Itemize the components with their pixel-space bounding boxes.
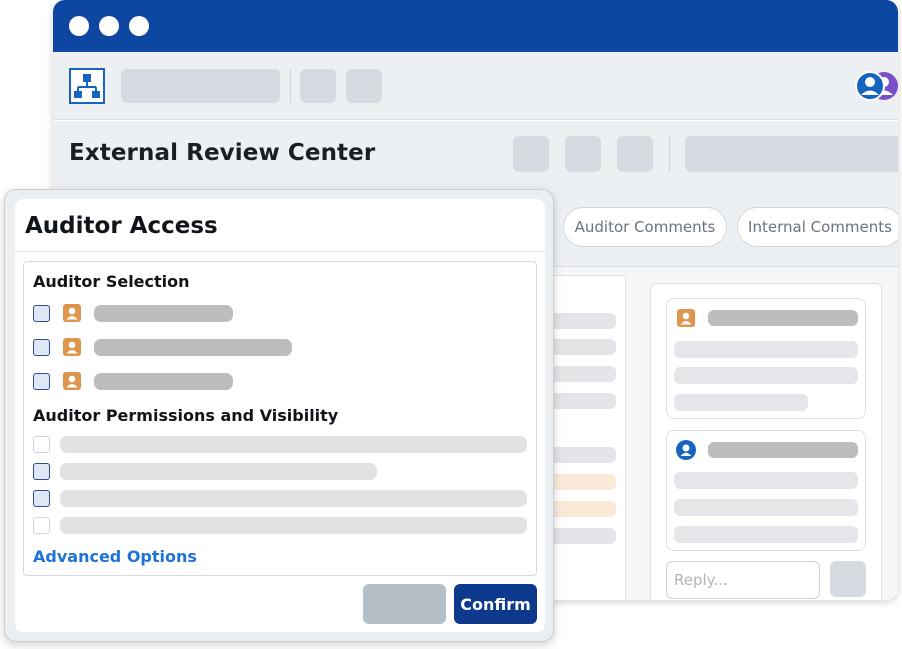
- comment-card: [666, 430, 866, 551]
- reply-input[interactable]: Reply...: [666, 561, 820, 599]
- comment-text-line: [674, 341, 858, 358]
- window-maximize-dot[interactable]: [129, 16, 149, 36]
- toolbar-divider: [290, 69, 291, 103]
- comments-panel: Reply...: [650, 283, 882, 600]
- header-action-2[interactable]: [565, 136, 601, 172]
- permission-checkbox[interactable]: [33, 490, 50, 507]
- tab-internal-comments[interactable]: Internal Comments: [737, 207, 898, 247]
- window-minimize-dot[interactable]: [99, 16, 119, 36]
- permission-checkbox-disabled: [33, 517, 50, 534]
- toolbar-button-2[interactable]: [346, 69, 382, 103]
- person-icon: [63, 372, 81, 390]
- dialog-title: Auditor Access: [25, 213, 218, 239]
- comment-text-line: [674, 499, 858, 516]
- divider: [15, 251, 545, 252]
- cancel-button[interactable]: [363, 584, 446, 624]
- send-button[interactable]: [830, 561, 866, 597]
- auditor-checkbox[interactable]: [33, 373, 50, 390]
- title-bar: [53, 0, 898, 52]
- auditor-name: [94, 373, 233, 390]
- auditor-selection-heading: Auditor Selection: [33, 272, 190, 291]
- window-close-dot[interactable]: [69, 16, 89, 36]
- auditor-settings-section: Auditor Selection Auditor Permissions an…: [23, 261, 537, 576]
- users-icon[interactable]: [854, 70, 898, 102]
- auditor-access-dialog: Auditor Access Auditor Selection Auditor…: [4, 189, 554, 642]
- comment-text-line: [674, 367, 858, 384]
- auditor-name: [94, 305, 233, 322]
- hierarchy-icon[interactable]: [69, 68, 105, 104]
- page-title: External Review Center: [69, 140, 376, 166]
- comment-text-line: [674, 526, 858, 543]
- auditor-checkbox[interactable]: [33, 339, 50, 356]
- auditor-checkbox[interactable]: [33, 305, 50, 322]
- comment-author: [708, 310, 858, 326]
- comment-text-line: [674, 394, 808, 411]
- dialog-body: Auditor Access Auditor Selection Auditor…: [15, 199, 545, 632]
- permission-label: [60, 436, 527, 453]
- comment-author: [708, 442, 858, 458]
- header-search-placeholder[interactable]: [685, 136, 898, 172]
- screen: External Review Center Auditor Comments …: [0, 0, 902, 649]
- toolbar: [53, 52, 898, 120]
- tab-auditor-comments[interactable]: Auditor Comments: [563, 207, 727, 247]
- confirm-button[interactable]: Confirm: [454, 584, 537, 624]
- permission-checkbox-disabled: [33, 436, 50, 453]
- person-icon: [676, 440, 696, 460]
- auditor-name: [94, 339, 292, 356]
- person-icon: [63, 338, 81, 356]
- comment-card: [666, 298, 866, 419]
- advanced-options-link[interactable]: Advanced Options: [33, 547, 197, 566]
- permissions-heading: Auditor Permissions and Visibility: [33, 406, 339, 425]
- person-icon: [63, 304, 81, 322]
- header-action-3[interactable]: [617, 136, 653, 172]
- header-action-1[interactable]: [513, 136, 549, 172]
- person-icon: [677, 309, 695, 327]
- header-divider: [669, 136, 670, 172]
- toolbar-button-1[interactable]: [300, 69, 336, 103]
- comment-text-line: [674, 472, 858, 489]
- permission-checkbox[interactable]: [33, 463, 50, 480]
- permission-label: [60, 463, 377, 480]
- permission-label: [60, 517, 527, 534]
- toolbar-search-placeholder[interactable]: [121, 69, 280, 103]
- page-header: External Review Center: [53, 121, 898, 189]
- permission-label: [60, 490, 527, 507]
